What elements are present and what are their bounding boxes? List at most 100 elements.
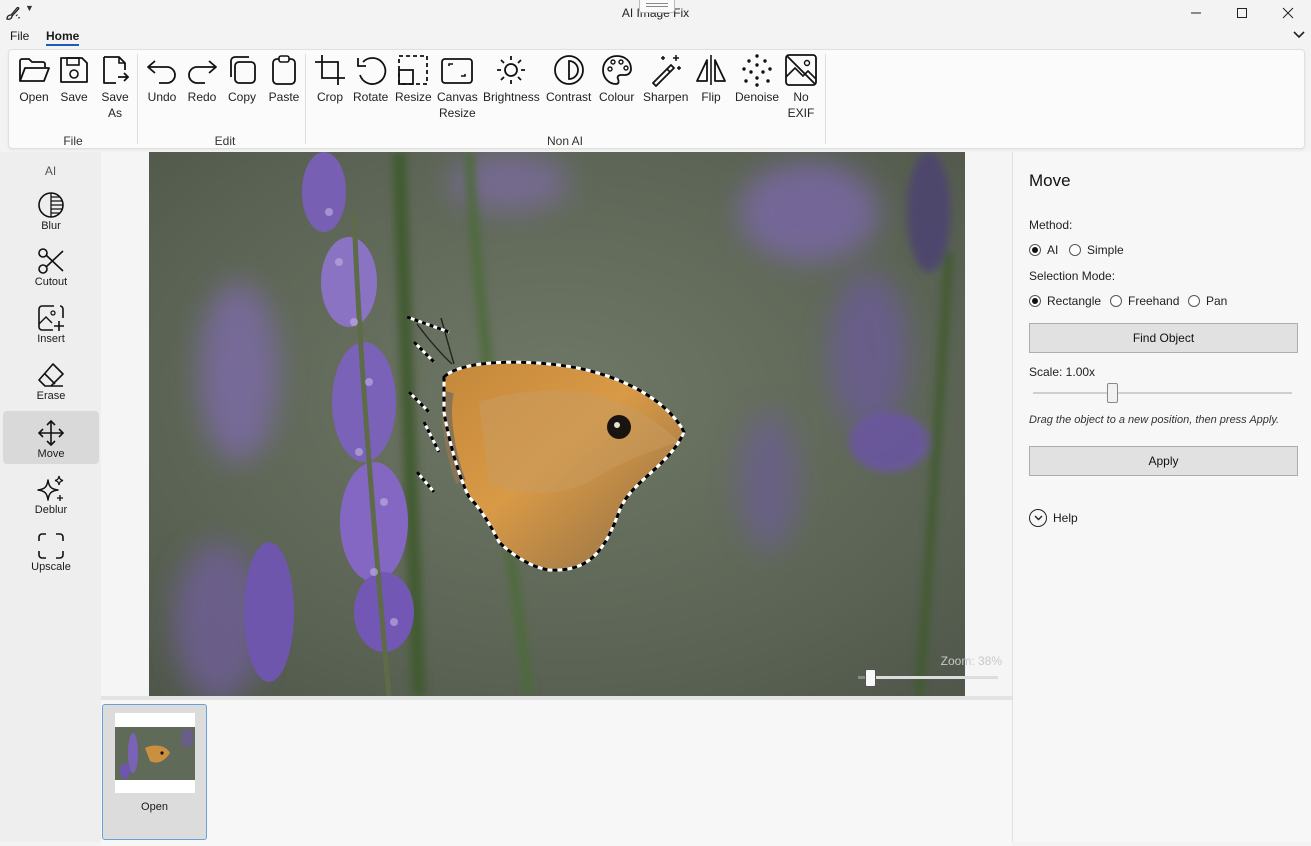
save-as-label: Save As [101,90,129,120]
redo-button[interactable]: Redo [185,53,219,105]
find-object-button[interactable]: Find Object [1029,323,1298,353]
resize-icon [398,55,429,85]
selection-mode-label: Selection Mode: [1029,269,1116,283]
flip-label: Flip [701,90,721,104]
radio-indicator [1069,244,1081,256]
crop-icon [315,55,345,85]
zoom-slider[interactable] [858,669,998,687]
selection-radio-freehand[interactable]: Freehand [1110,294,1179,308]
panel-title: Move [1029,171,1071,190]
tool-label: Move [37,448,65,460]
scale-slider[interactable] [1033,383,1292,403]
menu-bar: File Home [0,26,1311,46]
radio-label: AI [1047,243,1059,257]
title-bar: ▼ AI Image Fix [0,0,1311,26]
group-label-file: File [63,134,83,148]
move-icon [37,419,65,447]
close-button[interactable] [1265,0,1311,26]
group-label-non-ai: Non AI [546,134,584,148]
open-label: Open [19,90,49,104]
denoise-button[interactable]: Denoise [735,53,779,105]
image-canvas[interactable]: Zoom: 38% [101,152,1012,696]
radio-label: Rectangle [1047,294,1102,308]
contrast-icon [553,55,584,85]
sparkle-icon [37,475,64,501]
tool-blur[interactable]: Blur [3,183,99,236]
no-exif-label: No EXIF [787,90,815,120]
tool-label: Upscale [31,561,71,573]
filmstrip-item[interactable]: Open [102,704,207,840]
save-icon [60,57,88,83]
tool-cutout[interactable]: Cutout [3,239,99,292]
rotate-button[interactable]: Rotate [353,53,388,105]
upscale-icon [38,533,64,559]
radio-label: Pan [1206,294,1228,308]
maximize-button[interactable] [1219,0,1265,26]
tool-deblur[interactable]: Deblur [3,467,99,520]
chevron-down-icon[interactable] [1293,30,1305,40]
paste-button[interactable]: Paste [267,53,301,105]
canvas-resize-button[interactable]: Canvas Resize [437,53,478,121]
ribbon-separator [825,54,826,144]
selection-radio-pan[interactable]: Pan [1188,294,1227,308]
filmstrip-item-label: Open [141,801,168,813]
hint-text: Drag the object to a new position, then … [1029,414,1280,426]
filmstrip: Open [101,696,1012,846]
copy-button[interactable]: Copy [225,53,259,105]
redo-icon [188,60,217,84]
copy-icon [230,56,256,84]
undo-button[interactable]: Undo [145,53,179,105]
paste-label: Paste [268,90,300,104]
radio-label: Freehand [1128,294,1180,308]
tool-label: Erase [36,390,66,402]
save-as-button[interactable]: Save As [98,53,132,121]
ribbon: Open Save Save As File Undo Redo Copy Pa… [8,49,1305,149]
help-label: Help [1053,511,1078,525]
maximize-icon [1237,8,1247,18]
rotate-icon [356,57,386,85]
scissors-icon [38,248,64,274]
redo-label: Redo [187,90,217,104]
canvas-resize-icon [441,58,474,84]
flip-button[interactable]: Flip [694,53,728,105]
save-button[interactable]: Save [57,53,91,105]
canvas-resize-label: Canvas Resize [437,90,478,120]
method-radio-simple[interactable]: Simple [1069,243,1124,257]
minimize-icon [1191,12,1201,14]
tool-erase[interactable]: Erase [3,353,99,406]
tool-label: Cutout [34,276,68,288]
crop-label: Crop [316,90,343,104]
brightness-button[interactable]: Brightness [483,53,540,105]
minimize-button[interactable] [1173,0,1219,26]
tool-insert[interactable]: Insert [3,296,99,349]
open-button[interactable]: Open [17,53,51,105]
save-as-icon [103,56,130,84]
tool-upscale[interactable]: Upscale [3,524,99,577]
tool-move[interactable]: Move [3,411,99,464]
tab-file[interactable]: File [10,29,29,43]
sharpen-label: Sharpen [643,90,689,104]
brightness-icon [497,56,526,84]
colour-button[interactable]: Colour [599,53,634,105]
chevron-down-icon [1029,509,1047,527]
resize-button[interactable]: Resize [395,53,432,105]
method-radio-ai[interactable]: AI [1029,243,1058,257]
tab-home[interactable]: Home [46,29,80,46]
help-expander[interactable]: Help [1029,509,1078,527]
sharpen-button[interactable]: Sharpen [643,53,688,105]
filmstrip-thumbnail [115,713,195,793]
tool-label: Insert [37,333,65,345]
selection-radio-rectangle[interactable]: Rectangle [1029,294,1101,308]
title-grip-handle[interactable] [639,0,675,13]
method-label: Method: [1029,218,1073,232]
crop-button[interactable]: Crop [313,53,347,105]
zoom-slider-thumb[interactable] [865,669,876,687]
scale-slider-thumb[interactable] [1107,383,1118,403]
contrast-button[interactable]: Contrast [546,53,591,105]
palette-icon [601,55,632,85]
properties-panel: Move Method: AI Simple Selection Mode: R… [1012,152,1311,842]
ai-panel-title: AI [44,164,57,178]
photo-butterfly-lavender[interactable] [149,152,965,696]
no-exif-button[interactable]: No EXIF [784,53,818,121]
apply-button[interactable]: Apply [1029,446,1298,476]
